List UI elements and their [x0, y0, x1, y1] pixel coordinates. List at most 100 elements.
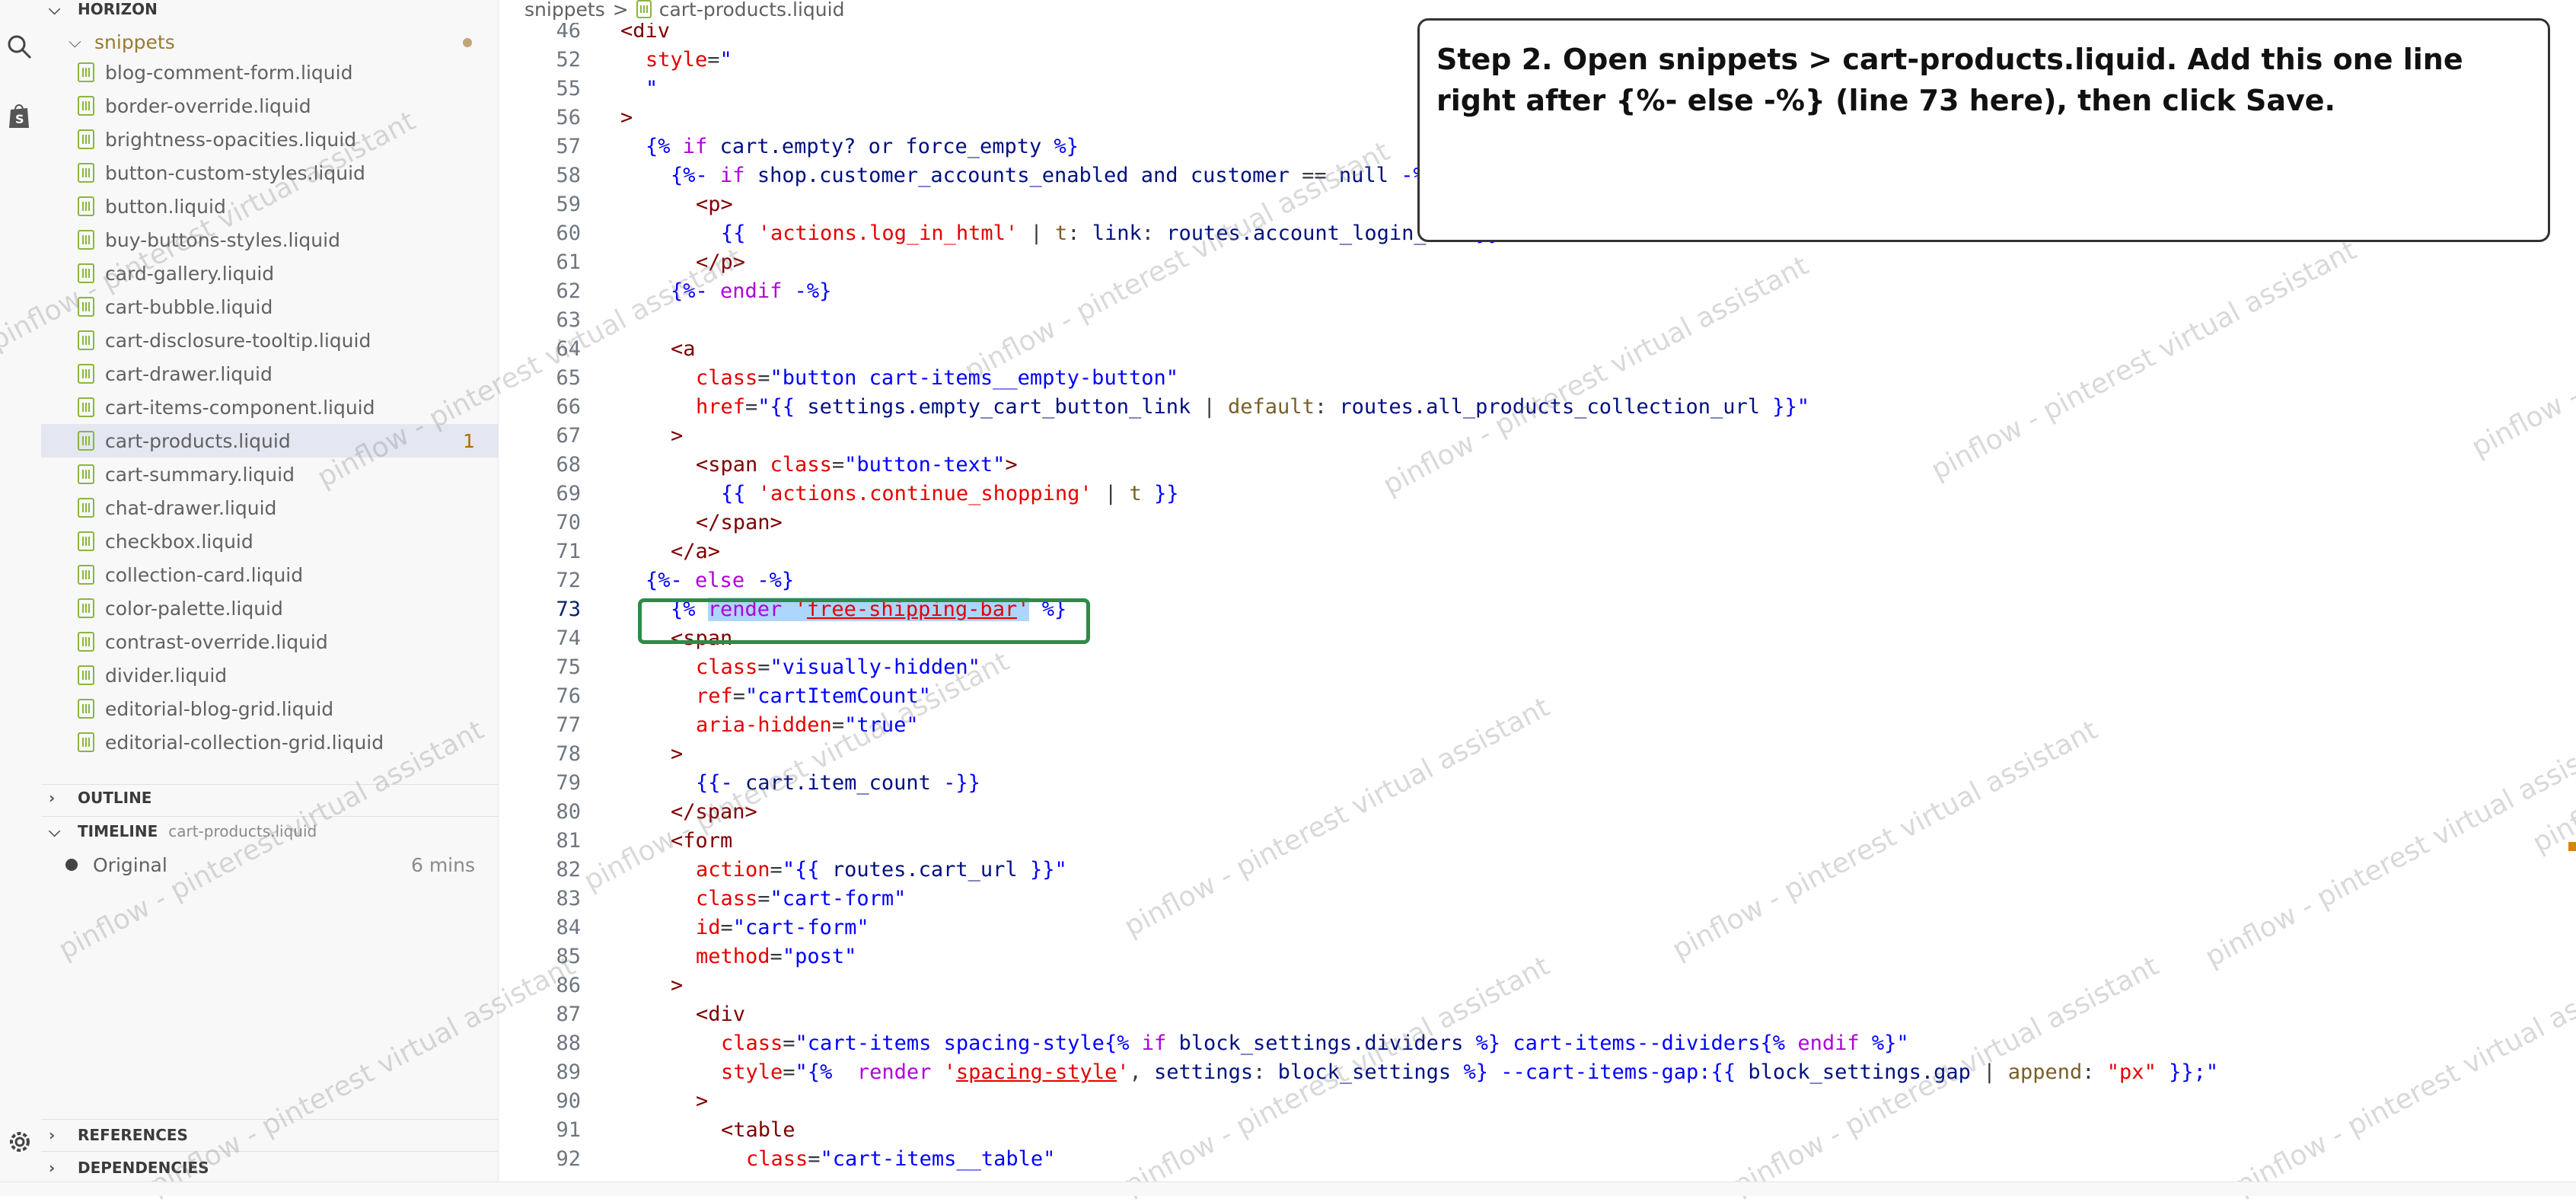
code-line[interactable]: 72 {%- else -%}	[499, 566, 2576, 595]
code-line[interactable]: 81 <form	[499, 827, 2576, 856]
code-line[interactable]: 64 <a	[499, 335, 2576, 364]
breadcrumb-file[interactable]: cart-products.liquid	[659, 0, 845, 21]
file-item[interactable]: collection-card.liquid	[41, 558, 498, 591]
file-name: blog-comment-form.liquid	[105, 61, 353, 84]
code-line[interactable]: 76 ref="cartItemCount"	[499, 682, 2576, 711]
file-item[interactable]: cart-bubble.liquid	[41, 290, 498, 324]
code-token: class	[696, 655, 758, 679]
file-item[interactable]: editorial-blog-grid.liquid	[41, 692, 498, 725]
code-line[interactable]: 61 </p>	[499, 248, 2576, 277]
code-line[interactable]: 68 <span class="button-text">	[499, 451, 2576, 480]
folder-snippets[interactable]: ⌵ snippets	[41, 27, 498, 56]
liquid-file-icon	[78, 699, 94, 719]
code-line[interactable]: 82 action="{{ routes.cart_url }}"	[499, 856, 2576, 885]
file-item[interactable]: cart-summary.liquid	[41, 458, 498, 491]
liquid-file-icon	[78, 129, 94, 149]
code-line[interactable]: 90 >	[499, 1087, 2576, 1116]
file-item[interactable]: chat-drawer.liquid	[41, 491, 498, 524]
timeline-entry[interactable]: Original 6 mins	[41, 850, 498, 880]
file-item[interactable]: cart-products.liquid 1	[41, 424, 498, 458]
search-icon[interactable]	[5, 32, 35, 62]
code-content: </span>	[671, 798, 757, 827]
line-number: 91	[556, 1118, 581, 1142]
code-content: <a	[671, 335, 696, 364]
code-token: {{-	[696, 771, 733, 795]
file-name: cart-bubble.liquid	[105, 295, 273, 318]
file-item[interactable]: buy-buttons-styles.liquid	[41, 223, 498, 257]
code-line[interactable]: 78 >	[499, 740, 2576, 769]
code-line[interactable]: 65 class="button cart-items__empty-button…	[499, 364, 2576, 393]
file-item[interactable]: cart-items-component.liquid	[41, 391, 498, 424]
liquid-file-icon	[78, 431, 94, 451]
file-item[interactable]: brightness-opacities.liquid	[41, 123, 498, 156]
scrollbar-marker[interactable]	[2568, 842, 2576, 851]
line-number: 55	[556, 77, 581, 100]
code-line[interactable]: 69 {{ 'actions.continue_shopping' | t }}	[499, 480, 2576, 509]
code-token: |	[1191, 395, 1229, 419]
code-content: {%- if shop.customer_accounts_enabled an…	[671, 161, 1438, 190]
instruction-callout: Step 2. Open snippets > cart-products.li…	[1417, 18, 2550, 242]
timeline-section[interactable]: ⌵ TIMELINE cart-products.liquid	[41, 816, 498, 847]
code-line[interactable]: 86 >	[499, 971, 2576, 1000]
code-line[interactable]: 70 </span>	[499, 509, 2576, 537]
file-item[interactable]: contrast-override.liquid	[41, 625, 498, 658]
code-token: </span>	[671, 800, 757, 824]
code-line[interactable]: 83 class="cart-form"	[499, 885, 2576, 913]
code-line[interactable]: 75 class="visually-hidden"	[499, 653, 2576, 682]
dependencies-section[interactable]: › DEPENDENCIES	[41, 1153, 498, 1183]
code-line[interactable]: 84 id="cart-form"	[499, 913, 2576, 942]
file-item[interactable]: button-custom-styles.liquid	[41, 156, 498, 190]
code-token: block_settings.dividers	[1178, 1031, 1464, 1055]
code-line[interactable]: 91 <table	[499, 1116, 2576, 1145]
file-item[interactable]: color-palette.liquid	[41, 591, 498, 625]
code-token: |	[1970, 1060, 2008, 1084]
liquid-file-icon	[78, 196, 94, 216]
code-line[interactable]: 79 {{- cart.item_count -}}	[499, 769, 2576, 798]
code-line[interactable]: 89 style="{% render 'spacing-style', sett…	[499, 1058, 2576, 1087]
shopify-bag-icon[interactable]: S	[5, 100, 35, 131]
code-line[interactable]: 62 {%- endif -%}	[499, 277, 2576, 306]
workspace-header[interactable]: ⌵ HORIZON	[41, 0, 498, 24]
code-token: shop.customer_accounts_enabled	[757, 164, 1129, 187]
file-item[interactable]: border-override.liquid	[41, 89, 498, 123]
breadcrumb-folder[interactable]: snippets	[524, 0, 605, 21]
code-token: block_settings.gap	[1748, 1060, 1971, 1084]
line-number: 75	[556, 655, 581, 679]
code-line[interactable]: 85 method="post"	[499, 942, 2576, 971]
file-item[interactable]: button.liquid	[41, 190, 498, 223]
code-line[interactable]: 71 </a>	[499, 537, 2576, 566]
code-line[interactable]: 67 >	[499, 422, 2576, 451]
file-item[interactable]: editorial-collection-grid.liquid	[41, 725, 498, 759]
code-token: =	[745, 395, 758, 419]
code-line[interactable]: 80 </span>	[499, 798, 2576, 827]
timeline-entry-time: 6 mins	[410, 853, 475, 876]
file-item[interactable]: checkbox.liquid	[41, 524, 498, 558]
code-token: {{	[721, 222, 746, 245]
code-token: "post"	[782, 945, 857, 968]
file-item[interactable]: cart-drawer.liquid	[41, 357, 498, 391]
code-line[interactable]: 88 class="cart-items spacing-style{% if b…	[499, 1029, 2576, 1058]
code-token: else	[695, 569, 745, 592]
code-token: ,	[1129, 1060, 1155, 1084]
code-line[interactable]: 77 aria-hidden="true"	[499, 711, 2576, 740]
outline-section[interactable]: › OUTLINE	[41, 783, 498, 813]
code-token: if	[720, 164, 745, 187]
gear-icon[interactable]	[5, 1127, 35, 1157]
code-line[interactable]: 87 <div	[499, 1000, 2576, 1029]
code-content: class="visually-hidden"	[696, 653, 980, 682]
code-content: </a>	[671, 537, 720, 566]
file-item[interactable]: blog-comment-form.liquid	[41, 56, 498, 89]
file-item[interactable]: cart-disclosure-tooltip.liquid	[41, 324, 498, 357]
code-line[interactable]: 66 href="{{ settings.empty_cart_button_li…	[499, 393, 2576, 422]
file-item[interactable]: card-gallery.liquid	[41, 257, 498, 290]
references-section[interactable]: › REFERENCES	[41, 1120, 498, 1150]
code-line[interactable]: 63	[499, 306, 2576, 335]
code-line[interactable]: 92 class="cart-items__table"	[499, 1145, 2576, 1174]
file-item[interactable]: divider.liquid	[41, 658, 498, 692]
code-content: method="post"	[696, 942, 856, 971]
